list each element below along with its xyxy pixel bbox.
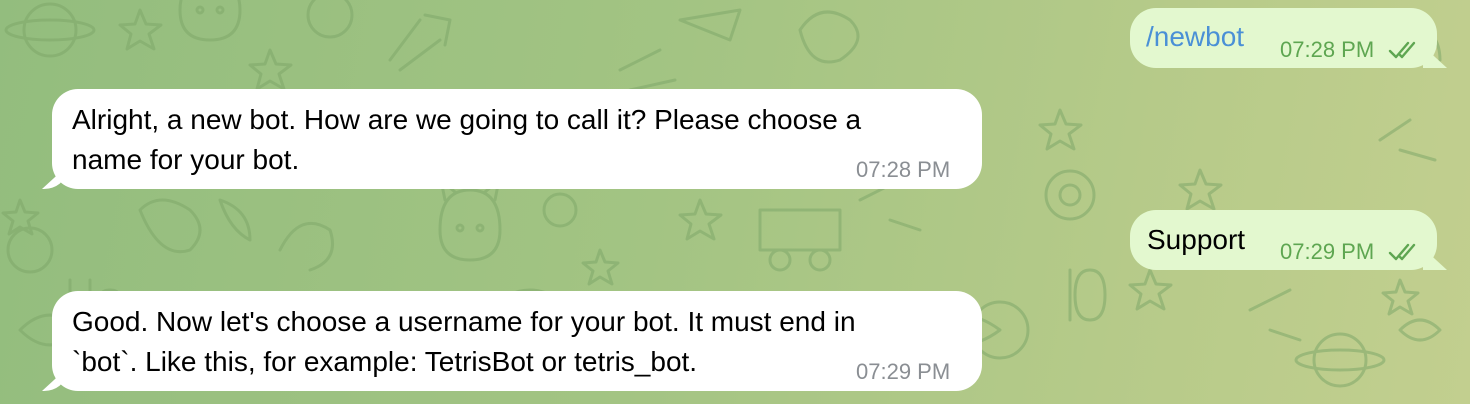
message-time: 07:29 PM bbox=[1280, 239, 1375, 264]
message-time: 07:28 PM bbox=[1280, 37, 1375, 62]
message-text-line: `bot`. Like this, for example: TetrisBot… bbox=[72, 346, 698, 377]
double-check-icon bbox=[1388, 41, 1416, 59]
message-time: 07:29 PM bbox=[856, 359, 951, 384]
message-text-line: name for your bot. bbox=[72, 144, 300, 175]
message-text: Support bbox=[1147, 224, 1246, 255]
message-text-line: Good. Now let's choose a username for yo… bbox=[72, 306, 856, 337]
message-text-line: Alright, a new bot. How are we going to … bbox=[72, 104, 862, 135]
incoming-message[interactable]: Good. Now let's choose a username for yo… bbox=[52, 291, 982, 391]
outgoing-message-support[interactable]: Support 07:29 PM bbox=[1130, 210, 1437, 270]
incoming-message[interactable]: Alright, a new bot. How are we going to … bbox=[52, 89, 982, 189]
double-check-icon bbox=[1388, 243, 1416, 261]
outgoing-message-newbot[interactable]: /newbot 07:28 PM bbox=[1130, 8, 1437, 68]
message-time: 07:28 PM bbox=[856, 157, 951, 182]
command-link-newbot[interactable]: /newbot bbox=[1146, 17, 1244, 57]
